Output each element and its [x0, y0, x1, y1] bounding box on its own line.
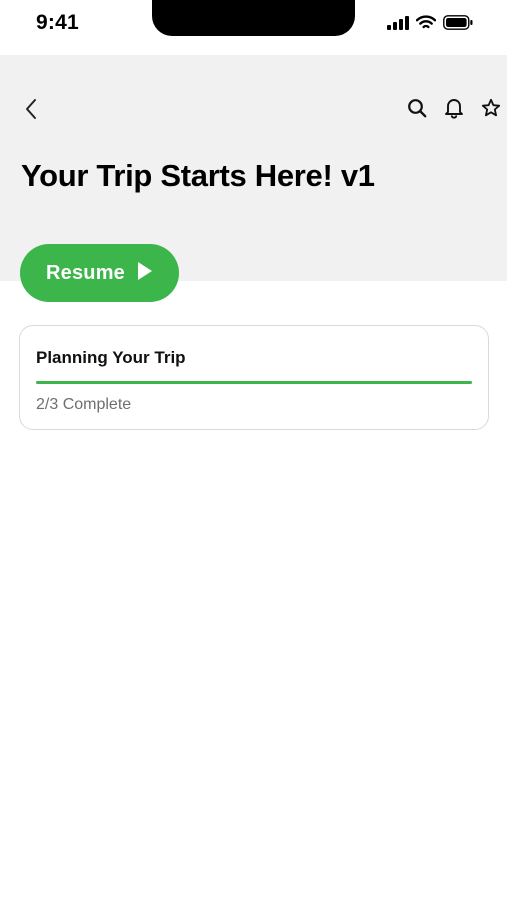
- search-button[interactable]: [407, 98, 427, 123]
- page-title: Your Trip Starts Here! v1: [21, 158, 375, 193]
- progress-bar: [36, 381, 472, 384]
- back-button[interactable]: [18, 98, 44, 124]
- back-icon: [24, 98, 38, 125]
- header-actions: [407, 97, 501, 124]
- course-card-status: 2/3 Complete: [36, 396, 132, 413]
- wifi-icon: [416, 15, 436, 30]
- camera-notch: [152, 0, 355, 36]
- course-card-title: Planning Your Trip: [36, 348, 186, 367]
- play-icon: [137, 261, 153, 286]
- favorite-button[interactable]: [481, 98, 501, 123]
- status-bar: 9:41: [0, 0, 507, 55]
- notifications-button[interactable]: [444, 97, 464, 124]
- progress-bar-fill: [36, 381, 472, 384]
- course-card[interactable]: Planning Your Trip 2/3 Complete: [19, 325, 489, 430]
- resume-button[interactable]: Resume: [20, 244, 179, 302]
- bell-icon: [444, 97, 464, 124]
- star-icon: [481, 98, 501, 123]
- resume-button-label: Resume: [45, 261, 125, 284]
- status-time: 9:41: [36, 11, 79, 34]
- cellular-signal-icon: [387, 15, 409, 30]
- status-icons: [387, 15, 473, 30]
- search-icon: [407, 98, 427, 123]
- battery-icon: [443, 15, 473, 30]
